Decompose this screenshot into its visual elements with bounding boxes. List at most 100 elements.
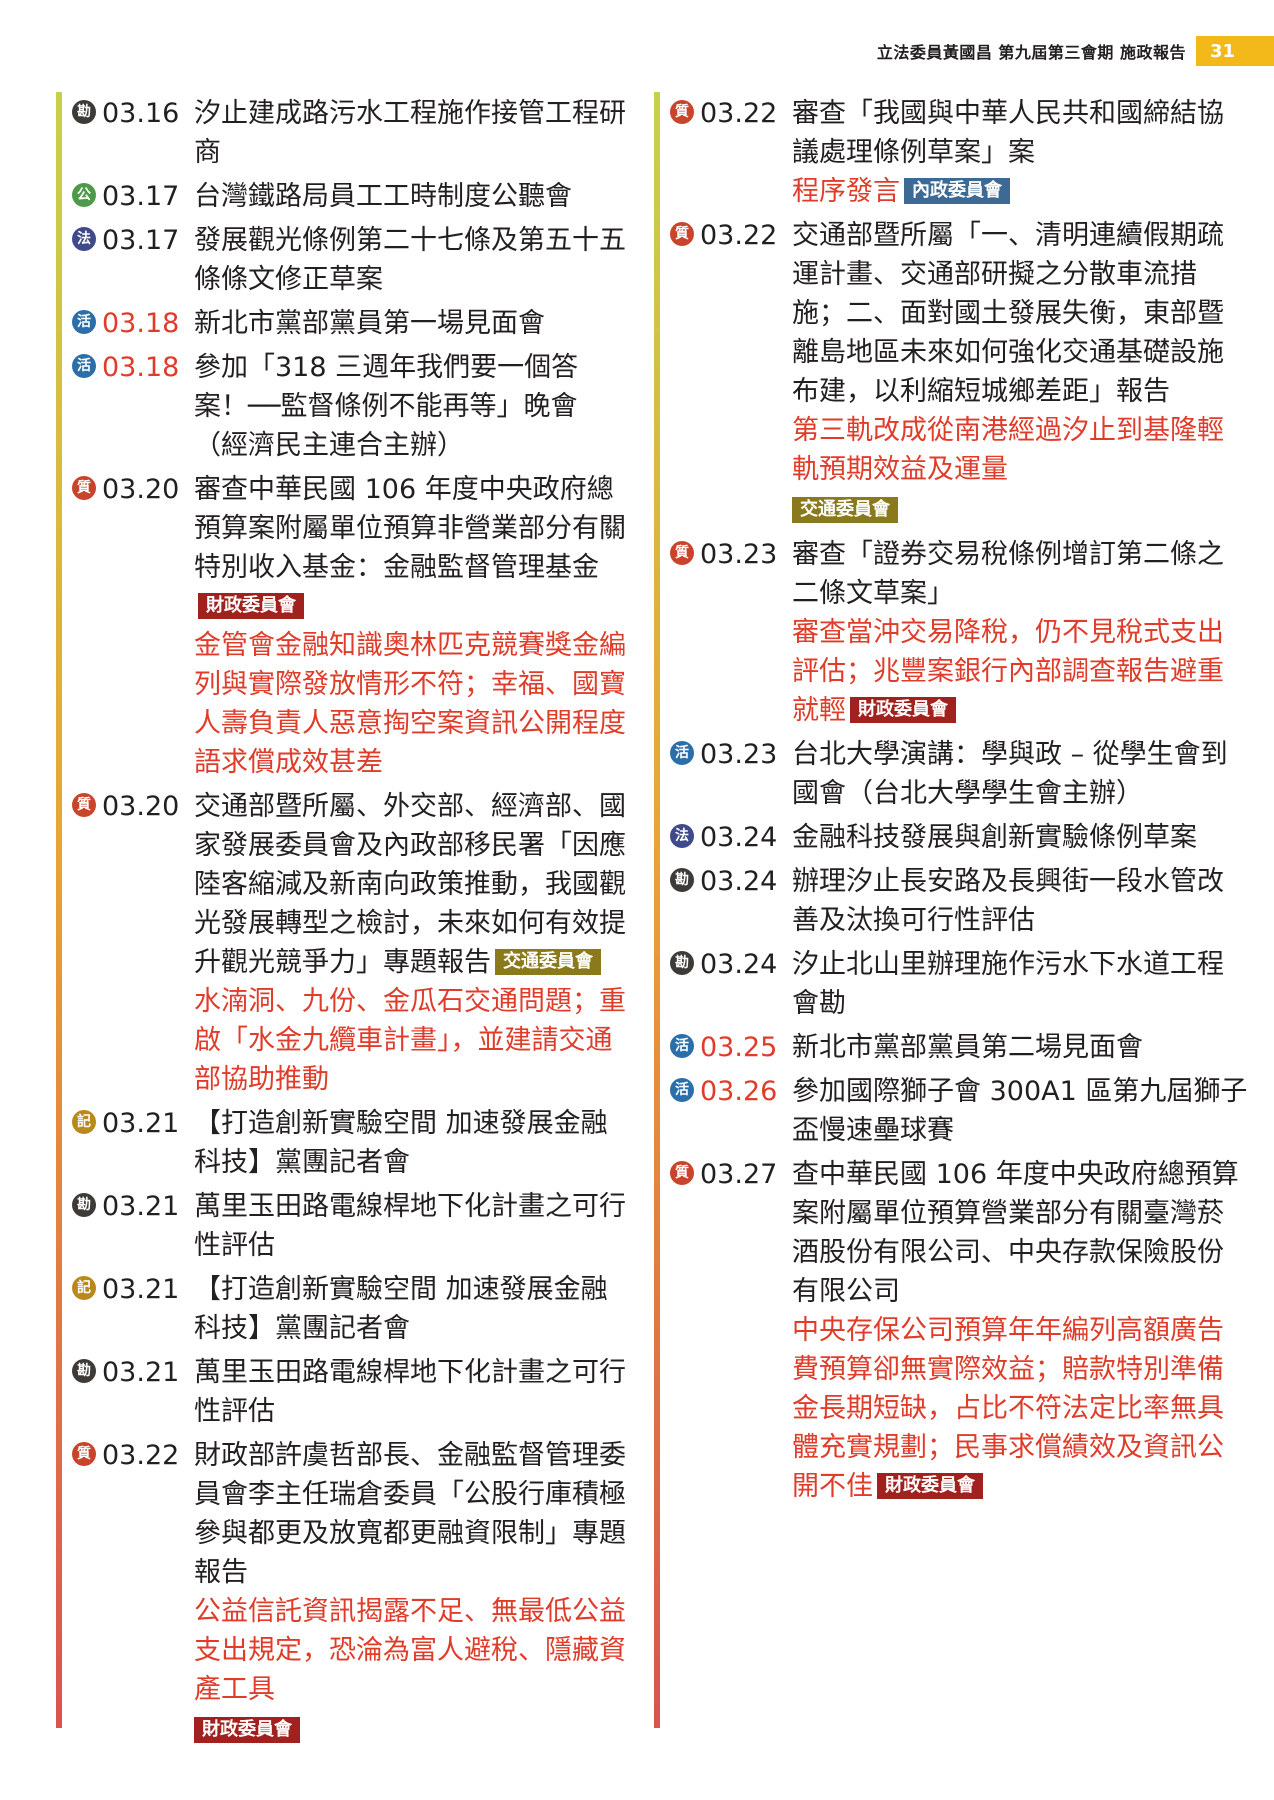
entry-body: 【打造創新實驗空間 加速發展金融科技】黨團記者會 (194, 1104, 626, 1182)
timeline-entry: 勘 03.24 辦理汐止長安路及長興街一段水管改善及汰換可行性評估 (654, 862, 1250, 940)
timeline-entry: 活 03.18 新北市黨部黨員第一場見面會 (56, 304, 626, 343)
entry-title: 新北市黨部黨員第二場見面會 (792, 1032, 1143, 1063)
entry-title: 汐止北山里辦理施作污水下水道工程會勘 (792, 949, 1224, 1019)
entry-body: 新北市黨部黨員第一場見面會 (194, 304, 626, 343)
entry-note: 公益信託資訊揭露不足、無最低公益支出規定，恐淪為富人避稅、隱藏資產工具 (194, 1596, 626, 1705)
page-header: 立法委員黃國昌 第九屆第三會期 施政報告 31 (877, 36, 1274, 66)
timeline-entry: 勘 03.21 萬里玉田路電線桿地下化計畫之可行性評估 (56, 1187, 626, 1265)
entry-title: 財政部許虞哲部長、金融監督管理委員會李主任瑞倉委員「公股行庫積極參與都更及放寬都… (194, 1440, 626, 1588)
entry-body: 財政部許虞哲部長、金融監督管理委員會李主任瑞倉委員「公股行庫積極參與都更及放寬都… (194, 1436, 626, 1750)
entry-title: 新北市黨部黨員第一場見面會 (194, 308, 545, 339)
timeline-entry: 質 03.22 財政部許虞哲部長、金融監督管理委員會李主任瑞倉委員「公股行庫積極參與… (56, 1436, 626, 1750)
entry-title: 審查「證券交易稅條例增訂第二條之二條文草案」 (792, 539, 1224, 609)
timeline-entry: 質 03.22 交通部暨所屬「一、清明連續假期疏運計畫、交通部研擬之分散車流措施；二… (654, 216, 1250, 530)
entry-title: 萬里玉田路電線桿地下化計畫之可行性評估 (194, 1191, 626, 1261)
entry-title: 【打造創新實驗空間 加速發展金融科技】黨團記者會 (194, 1108, 608, 1178)
entry-title: 台灣鐵路局員工工時制度公聽會 (194, 181, 572, 212)
entry-body: 汐止建成路污水工程施作接管工程研商 (194, 94, 626, 172)
activity-icon: 活 (670, 1034, 694, 1058)
entry-title: 【打造創新實驗空間 加速發展金融科技】黨團記者會 (194, 1274, 608, 1344)
press-icon: 記 (72, 1276, 96, 1300)
entry-body: 汐止北山里辦理施作污水下水道工程會勘 (792, 945, 1250, 1023)
timeline-entry: 質 03.27 查中華民國 106 年度中央政府總預算案附屬單位預算營業部分有關臺灣… (654, 1155, 1250, 1506)
entry-date: 03.20 (102, 474, 180, 505)
entry-date: 03.18 (102, 352, 180, 383)
timeline-entry: 活 03.25 新北市黨部黨員第二場見面會 (654, 1028, 1250, 1067)
entry-date: 03.24 (700, 866, 778, 897)
entry-date: 03.21 (102, 1108, 180, 1139)
entry-date: 03.17 (102, 181, 180, 212)
entry-title: 台北大學演講：學與政 – 從學生會到國會（台北大學學生會主辦） (792, 739, 1228, 809)
entry-body: 辦理汐止長安路及長興街一段水管改善及汰換可行性評估 (792, 862, 1250, 940)
page-number: 31 (1196, 36, 1274, 66)
committee-tag: 財政委員會 (198, 593, 304, 619)
entry-body: 交通部暨所屬、外交部、經濟部、國家發展委員會及內政部移民署「因應陸客縮減及新南向… (194, 787, 626, 1099)
entry-date: 03.23 (700, 739, 778, 770)
entry-note: 水湳洞、九份、金瓜石交通問題；重啟「水金九纜車計畫」，並建請交通部協助推動 (194, 986, 626, 1095)
entry-title: 審查中華民國 106 年度中央政府總預算案附屬單位預算非營業部分有關特別收入基金… (194, 470, 626, 626)
entry-date: 03.25 (700, 1032, 778, 1063)
entry-body: 交通部暨所屬「一、清明連續假期疏運計畫、交通部研擬之分散車流措施；二、面對國土發… (792, 216, 1250, 530)
timeline-entry: 活 03.18 參加「318 三週年我們要一個答案！──監督條例不能再等」晚會（經濟… (56, 348, 626, 465)
press-icon: 記 (72, 1110, 96, 1134)
question-icon: 質 (72, 476, 96, 500)
entry-body: 參加「318 三週年我們要一個答案！──監督條例不能再等」晚會（經濟民主連合主辦… (194, 348, 626, 465)
entry-body: 發展觀光條例第二十七條及第五十五條條文修正草案 (194, 221, 626, 299)
entry-date: 03.27 (700, 1159, 778, 1190)
committee-tag-row: 財政委員會 (194, 1711, 626, 1750)
committee-tag: 財政委員會 (850, 697, 956, 723)
entry-note: 第三軌改成從南港經過汐止到基隆輕軌預期效益及運量 (792, 415, 1224, 485)
entry-body: 萬里玉田路電線桿地下化計畫之可行性評估 (194, 1187, 626, 1265)
law-icon: 法 (72, 227, 96, 251)
committee-tag: 財政委員會 (877, 1473, 983, 1499)
entry-date: 03.22 (700, 220, 778, 251)
entry-date: 03.24 (700, 822, 778, 853)
entry-date: 03.26 (700, 1076, 778, 1107)
question-icon: 質 (670, 1161, 694, 1185)
entry-title: 交通部暨所屬「一、清明連續假期疏運計畫、交通部研擬之分散車流措施；二、面對國土發… (792, 220, 1224, 407)
entry-date: 03.20 (102, 791, 180, 822)
timeline-entry: 活 03.26 參加國際獅子會 300A1 區第九屆獅子盃慢速壘球賽 (654, 1072, 1250, 1150)
entry-date: 03.17 (102, 225, 180, 256)
timeline-entry: 質 03.20 交通部暨所屬、外交部、經濟部、國家發展委員會及內政部移民署「因應陸客… (56, 787, 626, 1099)
inspect-icon: 勘 (72, 1359, 96, 1383)
entry-date: 03.23 (700, 539, 778, 570)
timeline-entry: 勘 03.21 萬里玉田路電線桿地下化計畫之可行性評估 (56, 1353, 626, 1431)
committee-tag: 交通委員會 (792, 497, 898, 523)
question-icon: 質 (72, 793, 96, 817)
committee-tag: 交通委員會 (495, 949, 601, 975)
entry-date: 03.18 (102, 308, 180, 339)
timeline-entry: 法 03.24 金融科技發展與創新實驗條例草案 (654, 818, 1250, 857)
timeline-entry: 公 03.17 台灣鐵路局員工工時制度公聽會 (56, 177, 626, 216)
entry-title: 交通部暨所屬、外交部、經濟部、國家發展委員會及內政部移民署「因應陸客縮減及新南向… (194, 791, 626, 978)
timeline-entry: 記 03.21 【打造創新實驗空間 加速發展金融科技】黨團記者會 (56, 1270, 626, 1348)
entry-body: 查中華民國 106 年度中央政府總預算案附屬單位預算營業部分有關臺灣菸酒股份有限… (792, 1155, 1250, 1506)
entry-note: 審查當沖交易降稅，仍不見稅式支出評估；兆豐案銀行內部調查報告避重就輕 財政委員會 (792, 617, 1224, 726)
timeline-column-right: 質 03.22 審查「我國與中華人民共和國締結協議處理條例草案」案 程序發言 內政委員會… (654, 94, 1250, 1511)
inspect-icon: 勘 (670, 868, 694, 892)
entry-date: 03.16 (102, 98, 180, 129)
question-icon: 質 (670, 541, 694, 565)
activity-icon: 活 (72, 354, 96, 378)
timeline-column-left: 勘 03.16 汐止建成路污水工程施作接管工程研商公 03.17 台灣鐵路局員工工時制度… (56, 94, 626, 1755)
entry-body: 新北市黨部黨員第二場見面會 (792, 1028, 1250, 1067)
committee-tag: 內政委員會 (904, 178, 1010, 204)
entry-title: 萬里玉田路電線桿地下化計畫之可行性評估 (194, 1357, 626, 1427)
entry-date: 03.22 (102, 1440, 180, 1471)
entry-title: 辦理汐止長安路及長興街一段水管改善及汰換可行性評估 (792, 866, 1224, 936)
question-icon: 質 (670, 222, 694, 246)
entry-note: 中央存保公司預算年年編列高額廣告費預算卻無實際效益；賠款特別準備金長期短缺，占比… (792, 1315, 1224, 1502)
inspect-icon: 勘 (72, 1193, 96, 1217)
entry-body: 審查「我國與中華人民共和國締結協議處理條例草案」案 程序發言 內政委員會 (792, 94, 1250, 211)
entry-date: 03.21 (102, 1191, 180, 1222)
timeline-entry: 質 03.20 審查中華民國 106 年度中央政府總預算案附屬單位預算非營業部分有關… (56, 470, 626, 782)
entry-date: 03.24 (700, 949, 778, 980)
entry-body: 萬里玉田路電線桿地下化計畫之可行性評估 (194, 1353, 626, 1431)
entry-body: 【打造創新實驗空間 加速發展金融科技】黨團記者會 (194, 1270, 626, 1348)
entry-title: 汐止建成路污水工程施作接管工程研商 (194, 98, 626, 168)
question-icon: 質 (72, 1442, 96, 1466)
entry-title: 參加國際獅子會 300A1 區第九屆獅子盃慢速壘球賽 (792, 1076, 1248, 1146)
activity-icon: 活 (670, 1078, 694, 1102)
law-icon: 法 (670, 824, 694, 848)
activity-icon: 活 (72, 310, 96, 334)
